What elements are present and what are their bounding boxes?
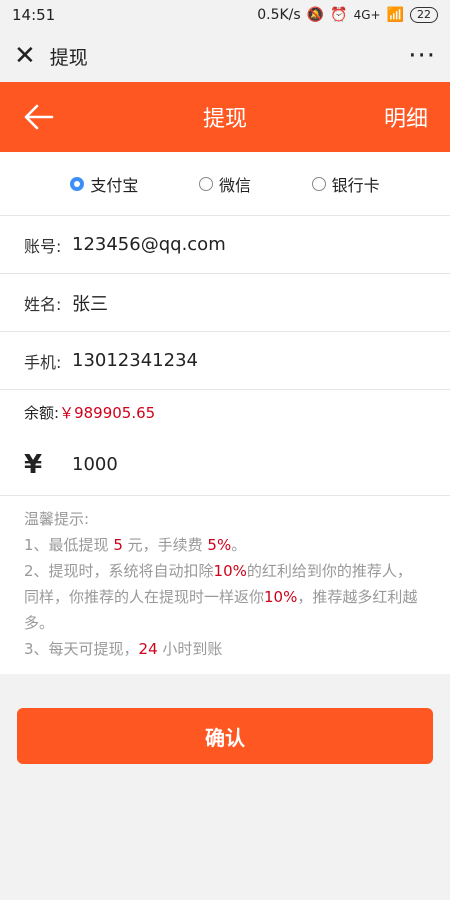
tips-text: 1、最低提现 <box>24 536 114 554</box>
status-time: 14:51 <box>12 6 56 24</box>
confirm-area: 确认 <box>0 674 450 764</box>
phone-input[interactable] <box>70 349 394 372</box>
detail-link[interactable]: 明细 <box>384 101 428 133</box>
account-input[interactable] <box>70 233 394 256</box>
tips-text: 。 <box>231 536 247 554</box>
account-row: 账号: <box>0 216 450 274</box>
page-title: 提现 <box>202 107 247 132</box>
status-icons: 0.5K/s 🔕 ⏰ 4G+ 📶 22 <box>257 7 438 23</box>
back-arrow-icon[interactable] <box>22 99 58 135</box>
tips-highlight: 5 <box>113 536 123 554</box>
tips-section: 温馨提示: 1、最低提现 5 元，手续费 5%。 2、提现时，系统将自动扣除10… <box>0 496 450 674</box>
tips-line-2: 2、提现时，系统将自动扣除10%的红利给到你的推荐人，同样，你推荐的人在提现时一… <box>24 558 426 636</box>
tips-highlight: 10% <box>264 588 298 606</box>
page-header: 提现 明细 <box>0 82 450 152</box>
signal-icon: 📶 <box>386 7 404 23</box>
balance-row: 余额: ￥989905.65 <box>0 390 450 434</box>
battery-level: 22 <box>417 8 431 21</box>
tips-highlight: 10% <box>213 562 247 580</box>
radio-checked-icon[interactable] <box>70 176 85 191</box>
tips-text: 小时到账 <box>157 640 223 658</box>
close-icon[interactable]: ✕ <box>14 43 36 69</box>
phone-row: 手机: <box>0 332 450 390</box>
more-options-icon[interactable]: ··· <box>408 43 436 69</box>
amount-input[interactable] <box>70 453 374 476</box>
balance-label: 余额: <box>24 403 60 422</box>
method-wechat[interactable]: 微信 <box>198 172 251 196</box>
confirm-button[interactable]: 确认 <box>17 708 433 764</box>
tips-highlight: 24 <box>138 640 158 658</box>
yen-icon: ¥ <box>24 449 43 480</box>
tips-text: 元，手续费 <box>122 536 208 554</box>
method-label: 微信 <box>218 175 251 195</box>
method-bank-card[interactable]: 银行卡 <box>311 172 380 196</box>
tips-text: 2、提现时，系统将自动扣除 <box>24 562 214 580</box>
name-label: 姓名: <box>24 294 62 314</box>
radio-unchecked-icon[interactable] <box>198 176 213 191</box>
tips-title: 温馨提示: <box>24 510 90 528</box>
amount-row: ¥ <box>0 434 450 496</box>
payment-method-group: 支付宝 微信 银行卡 <box>0 152 450 216</box>
radio-unchecked-icon[interactable] <box>311 176 326 191</box>
method-label: 支付宝 <box>90 175 139 195</box>
balance-value: ￥989905.65 <box>59 403 156 422</box>
wechat-nav-left: ✕ 提现 <box>14 43 88 70</box>
tips-line-1: 1、最低提现 5 元，手续费 5%。 <box>24 532 426 558</box>
tips-text: 3、每天可提现， <box>24 640 139 658</box>
battery-icon: 22 <box>410 7 438 23</box>
network-type: 4G+ <box>353 8 381 22</box>
network-speed: 0.5K/s <box>257 7 301 23</box>
method-alipay[interactable]: 支付宝 <box>70 172 138 196</box>
alarm-icon: ⏰ <box>330 7 348 23</box>
status-bar: 14:51 0.5K/s 🔕 ⏰ 4G+ 📶 22 <box>0 0 450 30</box>
account-label: 账号: <box>24 236 62 256</box>
tips-highlight: 5% <box>207 536 232 554</box>
tips-line-3: 3、每天可提现，24 小时到账 <box>24 636 426 662</box>
wechat-page-title: 提现 <box>49 46 88 69</box>
phone-label: 手机: <box>24 352 62 372</box>
mute-bell-icon: 🔕 <box>306 7 325 23</box>
method-label: 银行卡 <box>331 175 380 195</box>
name-row: 姓名: <box>0 274 450 332</box>
wechat-nav-bar: ✕ 提现 ··· <box>0 30 450 82</box>
name-input[interactable] <box>70 291 394 314</box>
